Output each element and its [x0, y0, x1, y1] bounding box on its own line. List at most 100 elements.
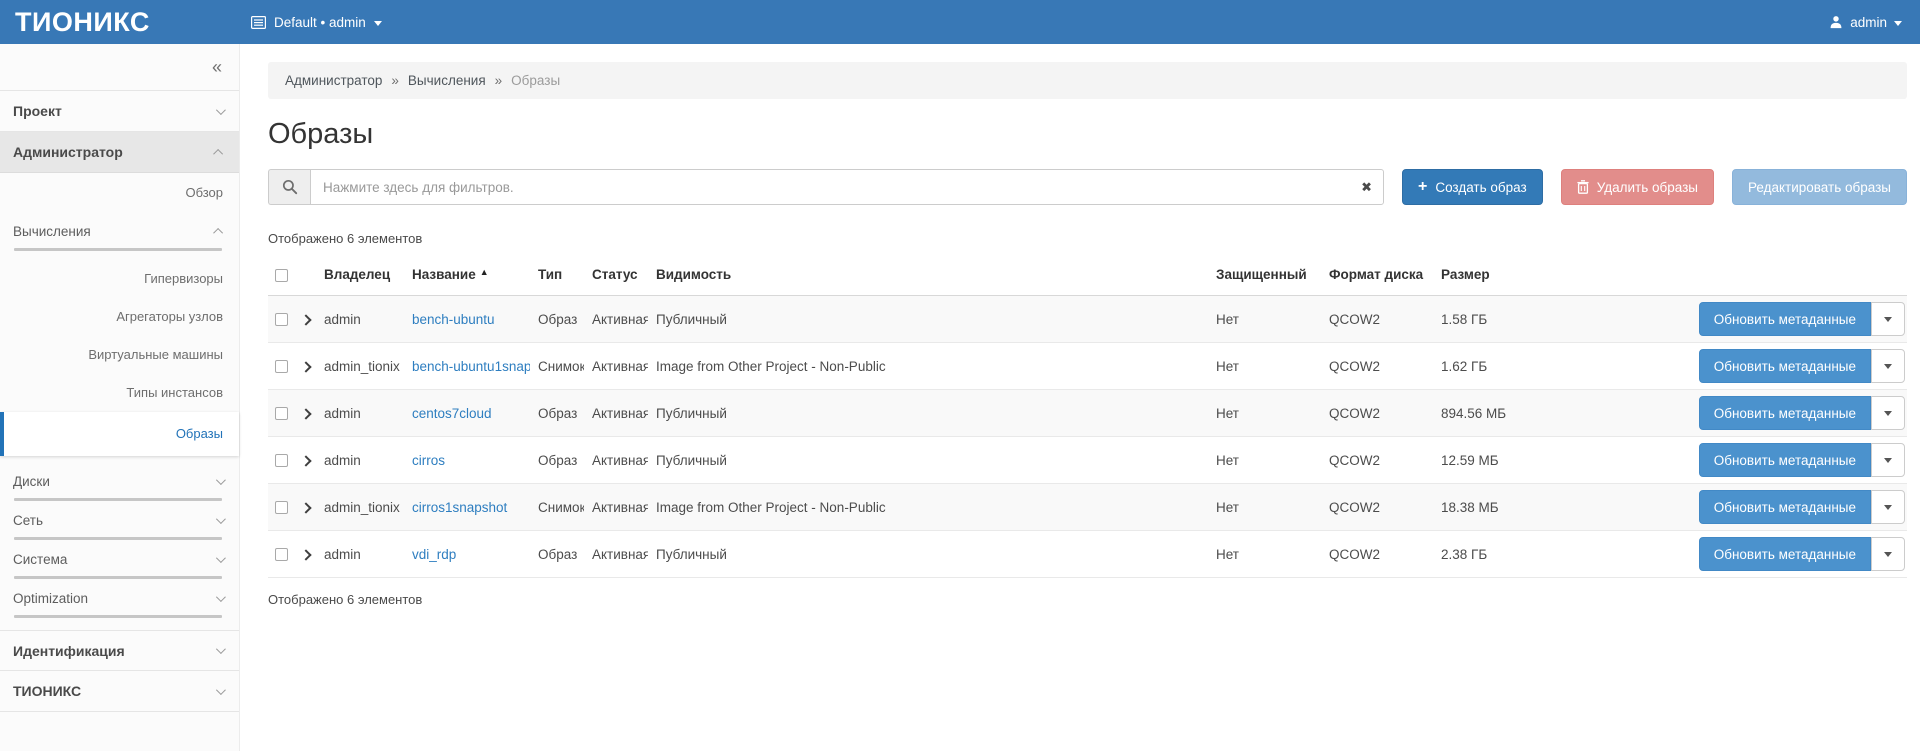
sidebar-group-optimization[interactable]: Optimization [0, 579, 239, 618]
sidebar-item-flavors[interactable]: Типы инстансов [0, 374, 239, 412]
sidebar-group-compute[interactable]: Вычисления [0, 212, 239, 251]
caret-down-icon [1884, 552, 1892, 557]
col-visibility[interactable]: Видимость [648, 259, 1208, 296]
sidebar-item-images[interactable]: Образы [0, 412, 239, 456]
row-expander-icon[interactable] [300, 549, 311, 560]
cell-visibility: Публичный [648, 531, 1208, 578]
update-metadata-button[interactable]: Обновить метаданные [1699, 302, 1871, 336]
col-name[interactable]: Название▲ [404, 259, 530, 296]
cell-status: Активная [584, 343, 648, 390]
caret-down-icon [1884, 505, 1892, 510]
sidebar-group-volumes[interactable]: Диски [0, 462, 239, 501]
row-checkbox[interactable] [275, 454, 288, 467]
user-icon [1829, 15, 1843, 29]
row-actions-dropdown-toggle[interactable] [1871, 443, 1905, 477]
cell-owner: admin [316, 437, 404, 484]
image-name-link[interactable]: centos7cloud [412, 406, 492, 421]
delete-images-button[interactable]: Удалить образы [1561, 169, 1714, 205]
cell-protected: Нет [1208, 296, 1321, 343]
chevron-up-icon [213, 148, 223, 158]
cell-visibility: Публичный [648, 390, 1208, 437]
cell-status: Активная [584, 437, 648, 484]
sidebar-item-hypervisors[interactable]: Гипервизоры [0, 260, 239, 298]
sidebar-item-overview[interactable]: Обзор [0, 173, 239, 212]
row-actions-dropdown-toggle[interactable] [1871, 396, 1905, 430]
col-status[interactable]: Статус [584, 259, 648, 296]
cell-disk-format: QCOW2 [1321, 390, 1433, 437]
sidebar-item-identity[interactable]: Идентификация [0, 630, 239, 671]
col-protected[interactable]: Защищенный [1208, 259, 1321, 296]
sidebar-group-label: Диски [13, 474, 50, 489]
update-metadata-button[interactable]: Обновить метаданные [1699, 349, 1871, 383]
cell-owner: admin [316, 531, 404, 578]
sidebar-group-network[interactable]: Сеть [0, 501, 239, 540]
sidebar-item-host-aggregates[interactable]: Агрегаторы узлов [0, 298, 239, 336]
row-actions-dropdown-toggle[interactable] [1871, 490, 1905, 524]
caret-down-icon [1884, 317, 1892, 322]
row-checkbox[interactable] [275, 548, 288, 561]
update-metadata-button[interactable]: Обновить метаданные [1699, 396, 1871, 430]
row-actions-dropdown-toggle[interactable] [1871, 349, 1905, 383]
chevron-down-icon [216, 553, 226, 563]
col-owner[interactable]: Владелец [316, 259, 404, 296]
items-count-bottom: Отображено 6 элементов [268, 592, 1907, 607]
sidebar-collapse-row: « [0, 44, 239, 91]
sidebar: « Проект Администратор Обзор Вычисления … [0, 44, 240, 751]
image-name-link[interactable]: cirros [412, 453, 445, 468]
table-row: admin_tionix bench-ubuntu1snapshot Снимо… [268, 343, 1907, 390]
context-switcher[interactable]: Default • admin [251, 15, 382, 30]
edit-images-button[interactable]: Редактировать образы [1732, 169, 1907, 205]
row-expander-icon[interactable] [300, 502, 311, 513]
cell-status: Активная [584, 484, 648, 531]
table-row: admin centos7cloud Образ Активная Публич… [268, 390, 1907, 437]
cell-type: Образ [530, 531, 584, 578]
create-image-label: Создать образ [1435, 180, 1526, 195]
image-name-link[interactable]: bench-ubuntu [412, 312, 495, 327]
row-expander-icon[interactable] [300, 408, 311, 419]
col-type[interactable]: Тип [530, 259, 584, 296]
cell-protected: Нет [1208, 484, 1321, 531]
toolbar-buttons: + Создать образ Удалить образы Редактиро… [1402, 169, 1907, 205]
user-menu[interactable]: admin [1829, 15, 1902, 30]
clear-filter-icon[interactable]: ✖ [1361, 181, 1372, 194]
image-name-link[interactable]: vdi_rdp [412, 547, 456, 562]
row-expander-icon[interactable] [300, 361, 311, 372]
filter-input[interactable] [310, 169, 1384, 205]
update-metadata-button[interactable]: Обновить метаданные [1699, 537, 1871, 571]
row-checkbox[interactable] [275, 313, 288, 326]
col-size[interactable]: Размер [1433, 259, 1653, 296]
plus-icon: + [1418, 179, 1427, 195]
caret-down-icon [1884, 458, 1892, 463]
sidebar-item-tionix[interactable]: ТИОНИКС [0, 671, 239, 712]
row-expander-icon[interactable] [300, 455, 311, 466]
group-underline [14, 615, 222, 618]
search-button[interactable] [268, 169, 310, 205]
search-icon [282, 179, 298, 195]
breadcrumb-compute[interactable]: Вычисления [408, 73, 486, 88]
sidebar-item-admin[interactable]: Администратор [0, 132, 239, 173]
cell-owner: admin [316, 296, 404, 343]
row-checkbox[interactable] [275, 501, 288, 514]
select-all-checkbox[interactable] [275, 269, 288, 282]
image-name-link[interactable]: bench-ubuntu1snapshot [412, 359, 530, 374]
cell-visibility: Публичный [648, 296, 1208, 343]
row-checkbox[interactable] [275, 360, 288, 373]
row-actions-dropdown-toggle[interactable] [1871, 537, 1905, 571]
sidebar-item-project[interactable]: Проект [0, 91, 239, 132]
col-disk-format[interactable]: Формат диска [1321, 259, 1433, 296]
caret-down-icon [374, 21, 382, 26]
user-label: admin [1850, 15, 1887, 30]
sidebar-collapse-button[interactable]: « [212, 57, 222, 78]
update-metadata-button[interactable]: Обновить метаданные [1699, 490, 1871, 524]
cell-type: Образ [530, 437, 584, 484]
breadcrumb-admin[interactable]: Администратор [285, 73, 382, 88]
cell-size: 894.56 МБ [1433, 390, 1653, 437]
row-expander-icon[interactable] [300, 314, 311, 325]
sidebar-item-instances[interactable]: Виртуальные машины [0, 336, 239, 374]
row-actions-dropdown-toggle[interactable] [1871, 302, 1905, 336]
create-image-button[interactable]: + Создать образ [1402, 169, 1543, 205]
row-checkbox[interactable] [275, 407, 288, 420]
image-name-link[interactable]: cirros1snapshot [412, 500, 507, 515]
update-metadata-button[interactable]: Обновить метаданные [1699, 443, 1871, 477]
sidebar-group-system[interactable]: Система [0, 540, 239, 579]
